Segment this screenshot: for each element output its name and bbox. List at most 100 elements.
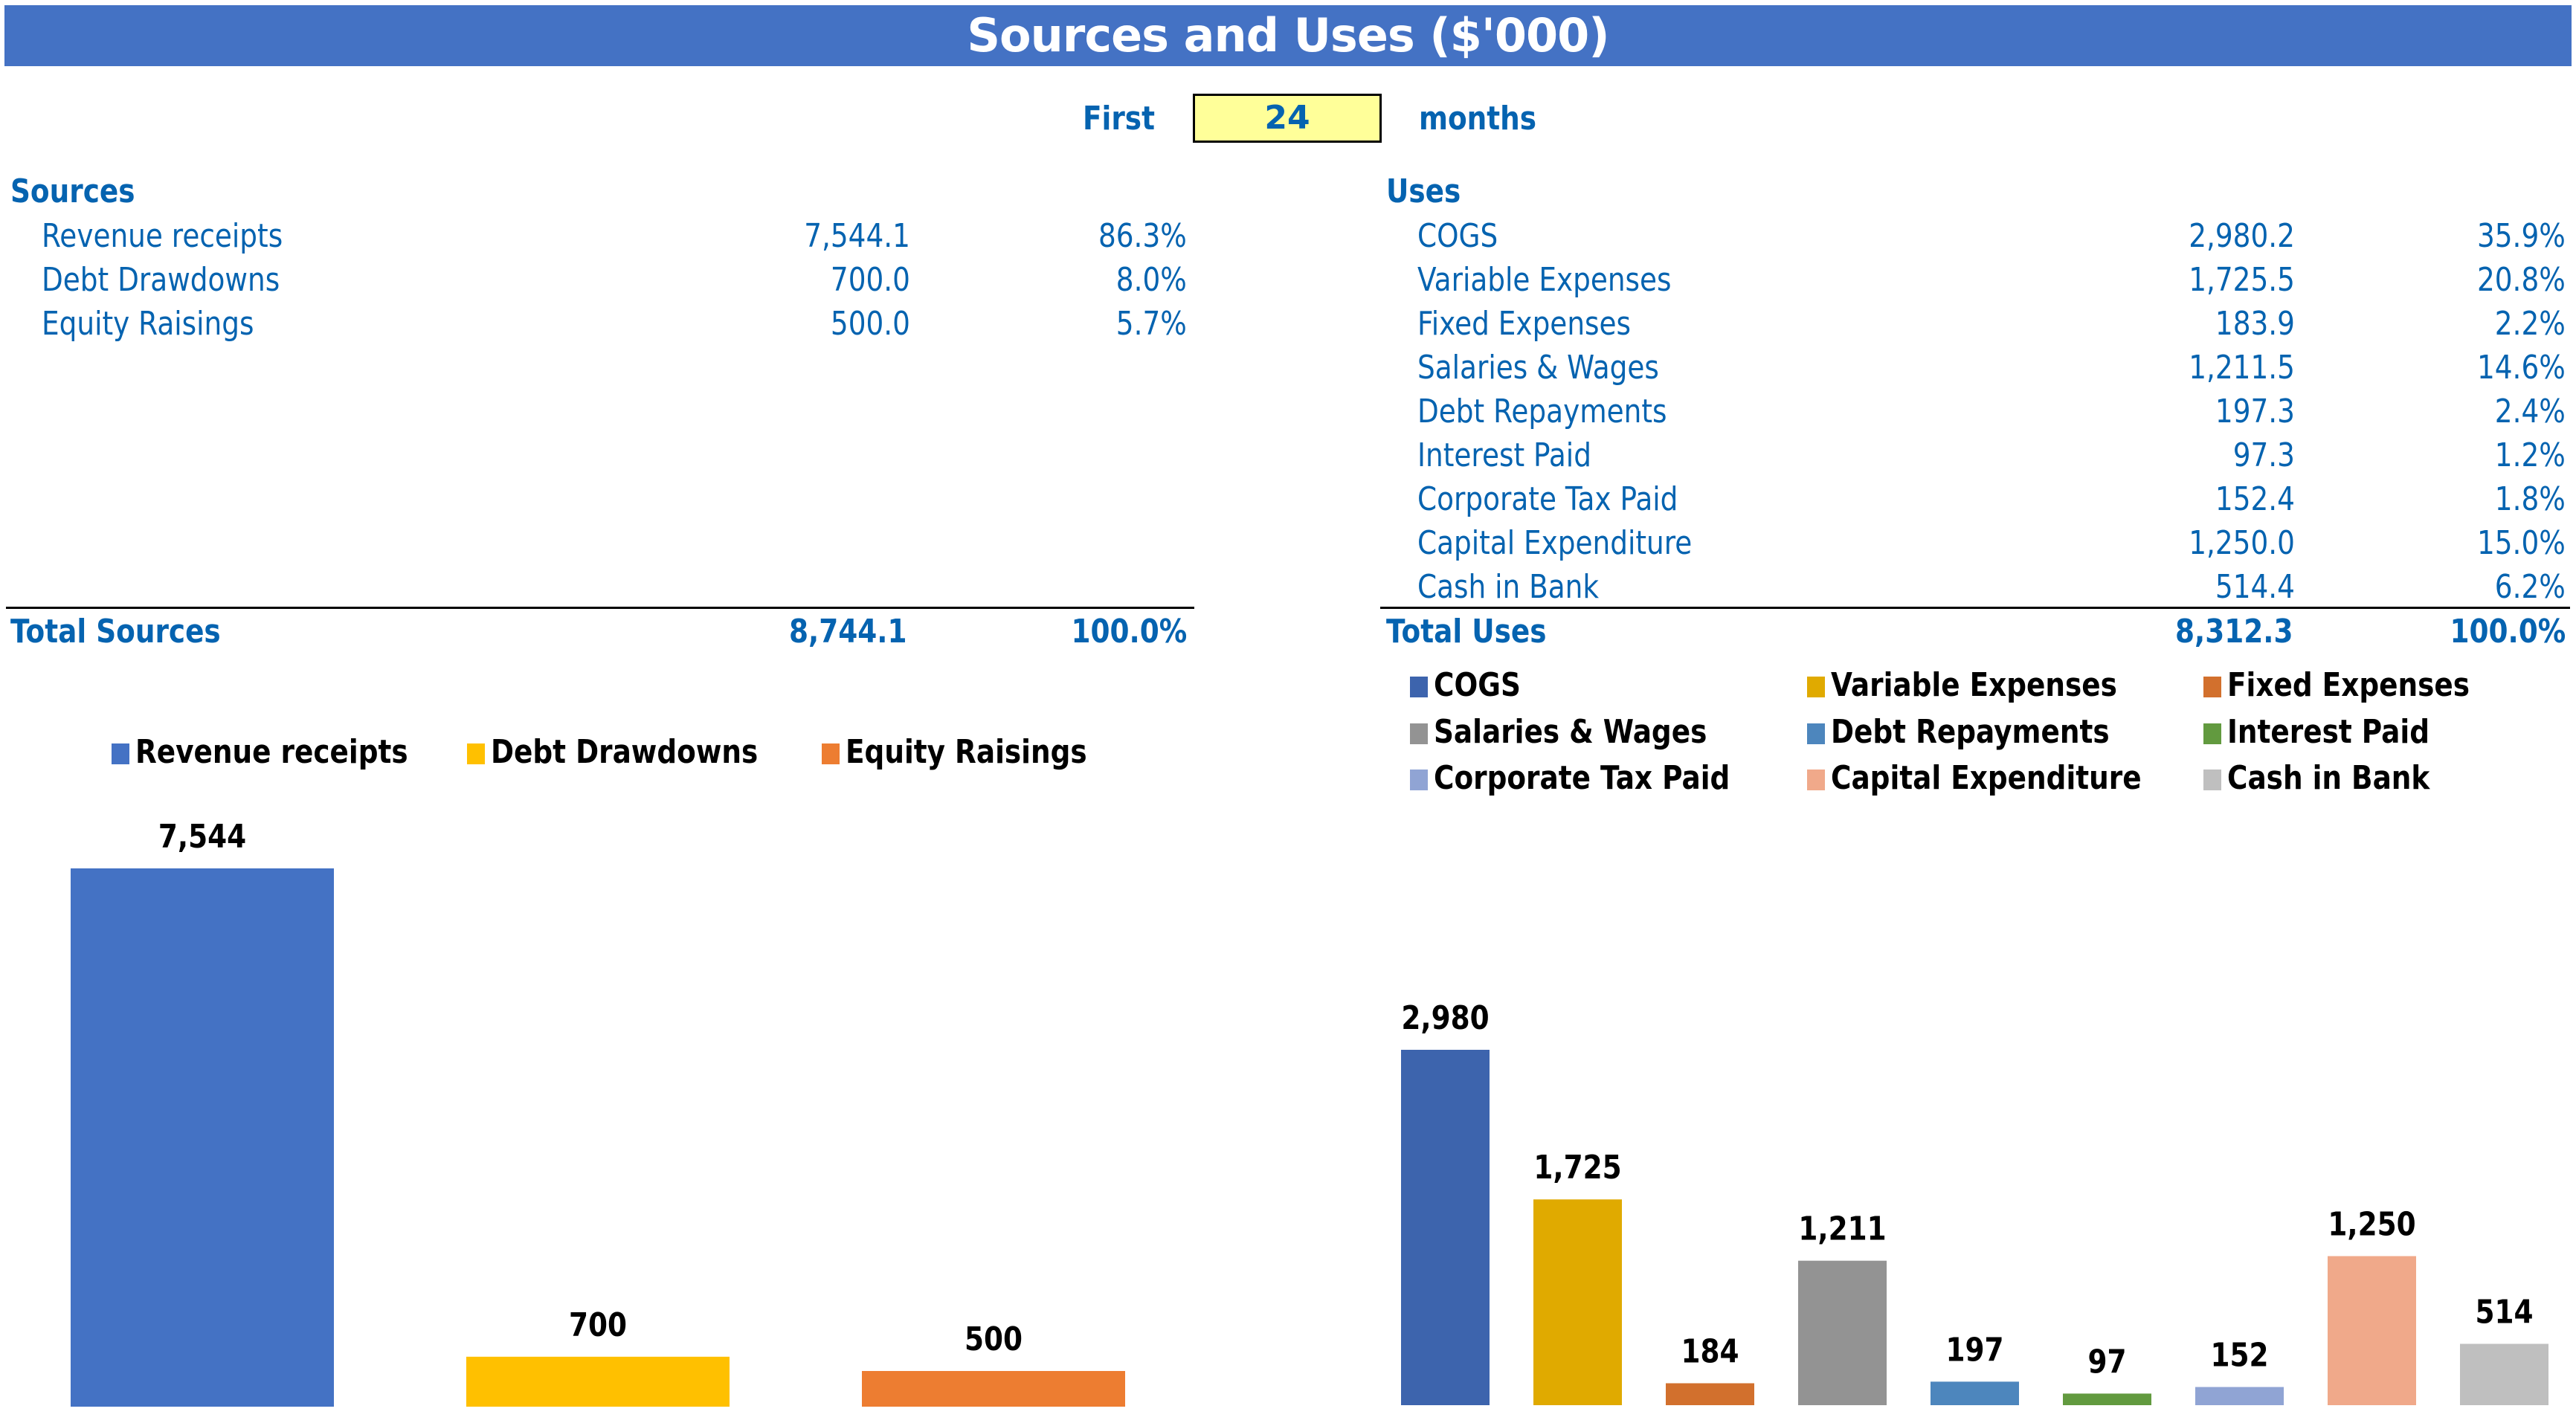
row-label: COGS <box>1417 217 1498 255</box>
legend-item-debt-repayments: Debt Repayments <box>1807 712 2159 753</box>
legend-item-equity-raisings: Equity Raisings <box>822 732 1130 773</box>
uses-row: Interest Paid 97.3 1.2% <box>1376 433 2570 477</box>
data-label-debt-drawdowns: 700 <box>569 1306 627 1344</box>
row-percent: 20.8% <box>2477 261 2566 299</box>
bar-capital-expenditure <box>2328 1256 2416 1405</box>
sources-bar-chart: 7,544 700 500 <box>71 817 1125 1407</box>
uses-row: Capital Expenditure 1,250.0 15.0% <box>1376 521 2570 565</box>
row-label: Variable Expenses <box>1417 261 1672 299</box>
sources-row: Equity Raisings 500.0 5.7% <box>0 302 1197 346</box>
uses-total-row: Total Uses 8,312.3 100.0% <box>1376 610 2570 654</box>
total-label: Total Sources <box>10 613 221 651</box>
row-percent: 2.4% <box>2494 393 2566 430</box>
legend-item-variable-expenses: Variable Expenses <box>1807 665 2168 706</box>
bar-interest-paid <box>2063 1393 2151 1405</box>
data-label-interest-paid: 97 <box>2087 1342 2126 1381</box>
legend-item-debt-drawdowns: Debt Drawdowns <box>467 732 805 773</box>
legend-item-salaries-wages: Salaries & Wages <box>1410 712 1755 753</box>
sources-total-row: Total Sources 8,744.1 100.0% <box>0 610 1197 654</box>
legend-swatch <box>1410 770 1428 790</box>
legend-item-cogs: COGS <box>1410 665 1536 706</box>
row-label: Cash in Bank <box>1417 568 1600 606</box>
uses-heading: Uses <box>1386 172 1461 210</box>
data-label-equity-raisings: 500 <box>965 1320 1023 1358</box>
row-percent: 5.7% <box>1115 305 1187 343</box>
bar-debt-drawdowns <box>466 1356 730 1407</box>
legend-swatch <box>822 743 840 764</box>
row-value: 1,725.5 <box>2189 261 2295 299</box>
row-label: Interest Paid <box>1417 436 1591 474</box>
legend-swatch <box>112 743 129 764</box>
sources-row: Revenue receipts 7,544.1 86.3% <box>0 214 1197 258</box>
sources-heading: Sources <box>10 172 135 210</box>
row-value: 1,211.5 <box>2189 349 2295 387</box>
data-label-capital-expenditure: 1,250 <box>2328 1205 2415 1244</box>
data-label-debt-repayments: 197 <box>1945 1330 2003 1369</box>
row-percent: 35.9% <box>2477 217 2566 255</box>
row-value: 2,980.2 <box>2189 217 2295 255</box>
sources-total-divider <box>6 607 1194 609</box>
data-label-fixed-expenses: 184 <box>1681 1332 1739 1371</box>
legend-swatch <box>1410 723 1428 744</box>
row-percent: 8.0% <box>1115 261 1187 299</box>
bar-equity-raisings <box>862 1371 1125 1407</box>
uses-total-divider <box>1380 607 2570 609</box>
row-label: Debt Repayments <box>1417 393 1667 430</box>
bar-cash-in-bank <box>2460 1343 2548 1405</box>
uses-row: Debt Repayments 197.3 2.4% <box>1376 390 2570 433</box>
legend-swatch <box>2203 723 2221 744</box>
uses-row: Fixed Expenses 183.9 2.2% <box>1376 302 2570 346</box>
legend-item-interest-paid: Interest Paid <box>2203 712 2465 753</box>
row-value: 500.0 <box>830 305 910 343</box>
uses-bar-chart: 2,980 1,725 184 1,211 197 97 152 1,250 514 <box>1401 998 2548 1405</box>
legend-swatch <box>1807 677 1825 697</box>
row-value: 97.3 <box>2232 436 2295 474</box>
legend-swatch <box>2203 770 2221 790</box>
row-percent: 6.2% <box>2494 568 2566 606</box>
row-percent: 1.8% <box>2494 480 2566 518</box>
total-percent: 100.0% <box>2450 613 2566 651</box>
row-value: 152.4 <box>2215 480 2295 518</box>
data-label-salaries-wages: 1,211 <box>1798 1210 1886 1248</box>
uses-row: Salaries & Wages 1,211.5 14.6% <box>1376 346 2570 390</box>
uses-row: Variable Expenses 1,725.5 20.8% <box>1376 258 2570 302</box>
bar-debt-repayments <box>1931 1381 2019 1405</box>
legend-item-revenue-receipts: Revenue receipts <box>112 732 456 773</box>
bar-corporate-tax-paid <box>2195 1387 2284 1405</box>
data-label-cash-in-bank: 514 <box>2475 1293 2533 1332</box>
legend-swatch <box>1807 770 1825 790</box>
bar-salaries-wages <box>1798 1260 1887 1405</box>
bar-revenue-receipts <box>71 868 334 1407</box>
legend-swatch <box>2203 677 2221 697</box>
legend-item-fixed-expenses: Fixed Expenses <box>2203 665 2513 706</box>
legend-swatch <box>1807 723 1825 744</box>
data-label-cogs: 2,980 <box>1401 998 1489 1037</box>
row-percent: 15.0% <box>2477 524 2566 562</box>
data-label-corporate-tax-paid: 152 <box>2210 1336 2268 1375</box>
row-percent: 14.6% <box>2477 349 2566 387</box>
row-percent: 2.2% <box>2494 305 2566 343</box>
row-label: Equity Raisings <box>42 305 254 343</box>
legend-swatch <box>467 743 485 764</box>
period-prefix-label: First <box>1083 100 1155 138</box>
bar-fixed-expenses <box>1666 1383 1754 1405</box>
row-label: Salaries & Wages <box>1417 349 1659 387</box>
bar-variable-expenses <box>1533 1199 1622 1405</box>
data-label-revenue-receipts: 7,544 <box>158 817 246 856</box>
uses-row: Corporate Tax Paid 152.4 1.8% <box>1376 477 2570 521</box>
total-percent: 100.0% <box>1071 613 1187 651</box>
row-percent: 1.2% <box>2494 436 2566 474</box>
row-label: Revenue receipts <box>42 217 283 255</box>
legend-swatch <box>1410 677 1428 697</box>
total-value: 8,744.1 <box>789 613 907 651</box>
row-percent: 86.3% <box>1098 217 1187 255</box>
row-label: Corporate Tax Paid <box>1417 480 1678 518</box>
total-label: Total Uses <box>1386 613 1547 651</box>
row-value: 7,544.1 <box>804 217 910 255</box>
period-months-input[interactable]: 24 <box>1193 94 1382 143</box>
bar-cogs <box>1401 1050 1490 1405</box>
total-value: 8,312.3 <box>2175 613 2293 651</box>
row-value: 1,250.0 <box>2189 524 2295 562</box>
row-label: Capital Expenditure <box>1417 524 1693 562</box>
data-label-variable-expenses: 1,725 <box>1533 1148 1621 1187</box>
